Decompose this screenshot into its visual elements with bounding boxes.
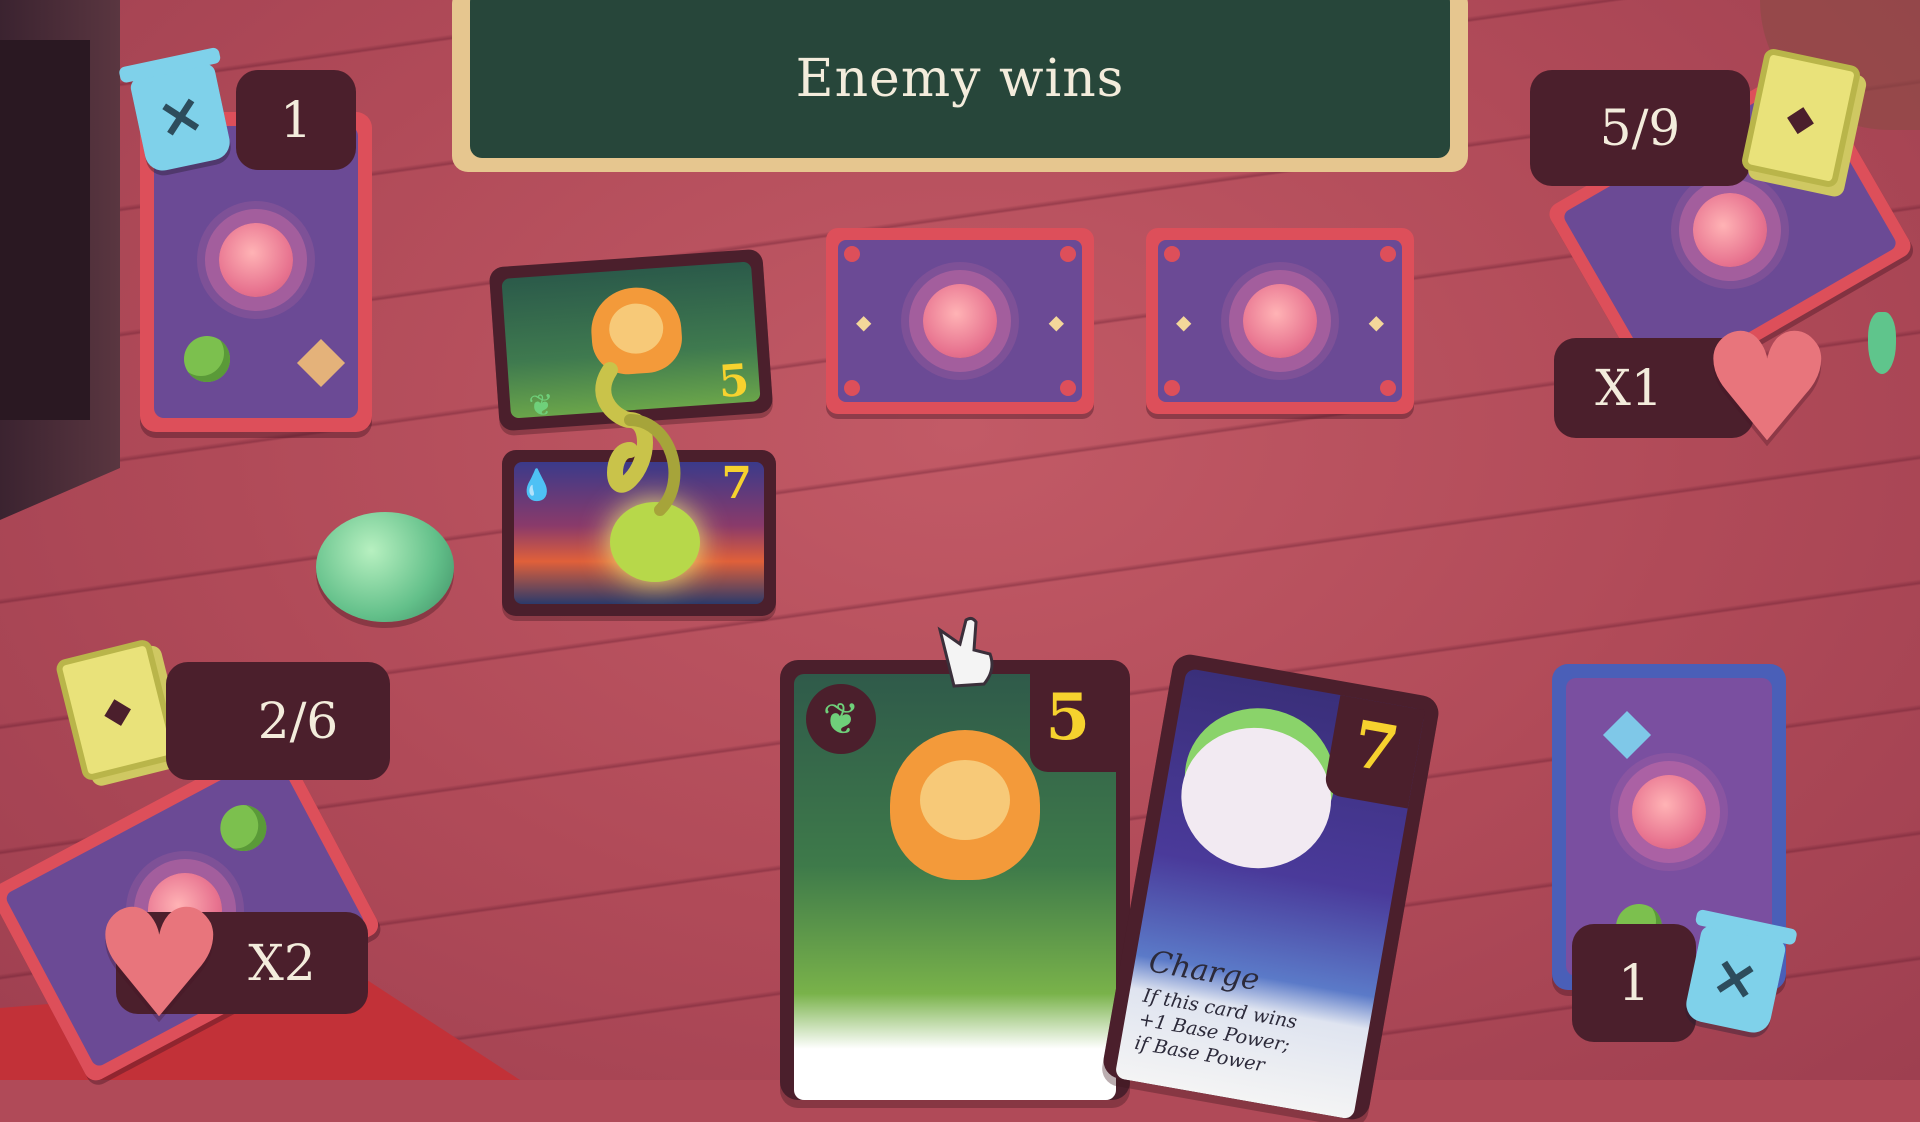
water-element-icon: 💧 [518, 467, 556, 503]
shelf-decoration [0, 0, 120, 520]
heart-icon: ♥ [1700, 302, 1835, 476]
leaf-element-icon: ❦ [806, 684, 876, 754]
player-deck-count: 2/6 [166, 662, 390, 780]
opponent-deck-count-value: 5/9 [1599, 99, 1681, 157]
board-card-back-2: ◆ ◆ [1146, 228, 1414, 414]
hand-card-1-power: 5 [1045, 680, 1090, 755]
player-deck-count-value: 2/6 [257, 692, 339, 750]
player-card-power: 7 [721, 458, 752, 509]
board-card-back-1: ◆ ◆ [826, 228, 1094, 414]
heart-icon: ♥ [92, 878, 227, 1052]
opponent-deck-count: 5/9 [1530, 70, 1750, 186]
green-crystal-token [316, 512, 454, 622]
hook-icon [595, 362, 681, 516]
green-potion-decoration [1868, 312, 1896, 374]
hand-card-1[interactable]: ❦ 5 [780, 660, 1130, 1100]
opponent-lives-value: X1 [1595, 359, 1663, 417]
opponent-discard-count: 1 [236, 70, 356, 170]
enemy-card-power: 5 [716, 354, 751, 408]
result-text: Enemy wins [795, 49, 1125, 109]
pointer-hand-cursor [937, 616, 994, 688]
player-discard-count: 1 [1572, 924, 1696, 1042]
player-discard-count-value: 1 [1618, 954, 1650, 1012]
player-lives-value: X2 [248, 934, 316, 992]
opponent-discard-count-value: 1 [280, 91, 312, 149]
result-banner: Enemy wins [470, 0, 1450, 158]
